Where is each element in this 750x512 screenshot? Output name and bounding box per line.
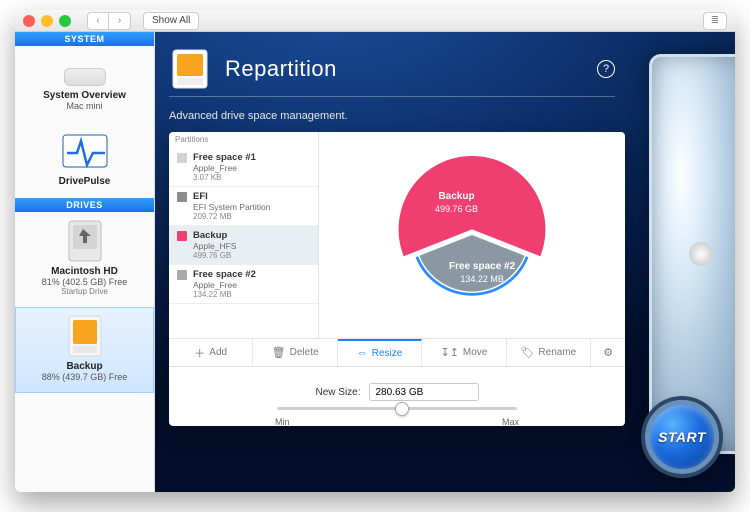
partition-size: 499.76 GB: [193, 251, 236, 260]
partition-size: 209.72 MB: [193, 212, 270, 221]
resize-icon: ⇔: [357, 347, 368, 359]
toolbar-label: Resize: [372, 348, 403, 359]
chevron-left-icon: ‹: [96, 15, 99, 26]
partition-toolbar: ＋ Add 🗑 Delete ⇔ Resize ↧↥ Move 🏷 Rename ⚙: [169, 338, 625, 366]
chevron-right-icon: ›: [118, 15, 121, 26]
nav-forward-button[interactable]: ›: [109, 12, 131, 30]
add-button[interactable]: ＋ Add: [169, 339, 253, 366]
delete-button[interactable]: 🗑 Delete: [253, 339, 337, 366]
repartition-panel: Partitions Free space #1Apple_Free3.07 K…: [169, 132, 625, 426]
sidebar-item-drivepulse[interactable]: DrivePulse: [15, 122, 154, 198]
close-window-icon[interactable]: [23, 15, 35, 27]
toolbar-label: Add: [209, 347, 227, 358]
options-button[interactable]: ⚙: [591, 339, 625, 366]
partition-fs: EFI System Partition: [193, 202, 270, 212]
main-pane: Repartition ? Advanced drive space manag…: [155, 32, 735, 492]
volume-icon: [169, 48, 211, 90]
partition-chart: Backup499.76 GB Free space #2134.22 MB: [319, 132, 625, 338]
harddrive-illustration-icon: [649, 54, 735, 454]
help-icon: ?: [603, 63, 609, 75]
sidebar-item-label: Macintosh HD: [19, 266, 150, 277]
toolbar-label: Rename: [538, 347, 576, 358]
page-subtitle: Advanced drive space management.: [169, 110, 348, 122]
sidebar-item-sub: 88% (439.7 GB) Free: [19, 372, 150, 382]
toolbar-label: Move: [463, 347, 487, 358]
partition-size: 134.22 MB: [193, 290, 256, 299]
sidebar-item-system-overview[interactable]: System Overview Mac mini: [15, 46, 154, 122]
plus-icon: ＋: [194, 345, 205, 361]
partition-row[interactable]: EFIEFI System Partition209.72 MB: [169, 187, 318, 226]
page-header: Repartition ?: [169, 48, 615, 90]
sidebar-item-label: System Overview: [19, 90, 150, 101]
app-window: ‹ › Show All ≣ SYSTEM System Overview Ma…: [15, 10, 735, 492]
partition-name: Backup: [193, 230, 236, 241]
list-icon: ≣: [711, 15, 719, 26]
pie-chart-icon: [377, 155, 567, 315]
move-icon: ↧↥: [440, 346, 458, 359]
partitions-list-label: Partitions: [175, 135, 208, 144]
sidebar-item-sub2: Startup Drive: [19, 287, 150, 296]
partition-fs: Apple_Free: [193, 163, 256, 173]
tag-icon: 🏷: [520, 346, 534, 359]
sidebar-item-label: DrivePulse: [19, 176, 150, 187]
internal-drive-icon: [54, 220, 116, 262]
slider-min-label: Min: [275, 417, 290, 427]
drivepulse-icon: [54, 130, 116, 172]
size-slider[interactable]: Min Max: [277, 407, 517, 410]
macmini-icon: [64, 68, 106, 86]
sidebar-section-drives: DRIVES: [15, 198, 154, 212]
header-divider: [169, 96, 615, 97]
sidebar-item-backup[interactable]: Backup 88% (439.7 GB) Free: [15, 307, 154, 393]
chart-slice-label-sub: Free space #2134.22 MB: [449, 261, 515, 285]
resize-controls: New Size: Min Max: [169, 366, 625, 426]
partition-size: 3.07 KB: [193, 173, 256, 182]
move-button[interactable]: ↧↥ Move: [422, 339, 506, 366]
view-list-button[interactable]: ≣: [703, 12, 727, 30]
nav-back-button[interactable]: ‹: [87, 12, 109, 30]
slider-knob[interactable]: [395, 402, 409, 416]
page-title: Repartition: [225, 56, 337, 82]
start-label: START: [658, 429, 706, 445]
slider-max-label: Max: [502, 417, 519, 427]
nav-back-forward: ‹ ›: [87, 12, 131, 30]
sidebar-item-macintosh-hd[interactable]: Macintosh HD 81% (402.5 GB) Free Startup…: [15, 212, 154, 307]
zoom-window-icon[interactable]: [59, 15, 71, 27]
partitions-list: Partitions Free space #1Apple_Free3.07 K…: [169, 132, 319, 338]
partition-name: EFI: [193, 191, 270, 202]
partition-name: Free space #1: [193, 152, 256, 163]
partition-color-swatch: [177, 231, 187, 241]
partition-fs: Apple_HFS: [193, 241, 236, 251]
partition-color-swatch: [177, 192, 187, 202]
sidebar-item-sub: 81% (402.5 GB) Free: [19, 277, 150, 287]
gear-icon: ⚙: [603, 346, 613, 359]
new-size-label: New Size:: [315, 387, 360, 398]
new-size-input[interactable]: [369, 383, 479, 401]
chart-slice-label-main: Backup499.76 GB: [435, 191, 478, 215]
titlebar: ‹ › Show All ≣: [15, 10, 735, 32]
external-drive-icon: [54, 315, 116, 357]
partition-row[interactable]: BackupApple_HFS499.76 GB: [169, 226, 318, 265]
partition-row[interactable]: Free space #2Apple_Free134.22 MB: [169, 265, 318, 304]
sidebar: SYSTEM System Overview Mac mini DrivePul…: [15, 32, 155, 492]
trash-icon: 🗑: [272, 346, 286, 359]
help-button[interactable]: ?: [597, 60, 615, 78]
partition-color-swatch: [177, 270, 187, 280]
partition-color-swatch: [177, 153, 187, 163]
partition-row[interactable]: Free space #1Apple_Free3.07 KB: [169, 148, 318, 187]
partition-fs: Apple_Free: [193, 280, 256, 290]
start-button[interactable]: START: [645, 400, 719, 474]
minimize-window-icon[interactable]: [41, 15, 53, 27]
resize-button[interactable]: ⇔ Resize: [338, 339, 422, 366]
toolbar-label: Delete: [290, 347, 319, 358]
sidebar-item-sub: Mac mini: [19, 101, 150, 111]
show-all-button[interactable]: Show All: [143, 12, 199, 30]
rename-button[interactable]: 🏷 Rename: [507, 339, 591, 366]
sidebar-item-label: Backup: [19, 361, 150, 372]
partition-name: Free space #2: [193, 269, 256, 280]
sidebar-section-system: SYSTEM: [15, 32, 154, 46]
